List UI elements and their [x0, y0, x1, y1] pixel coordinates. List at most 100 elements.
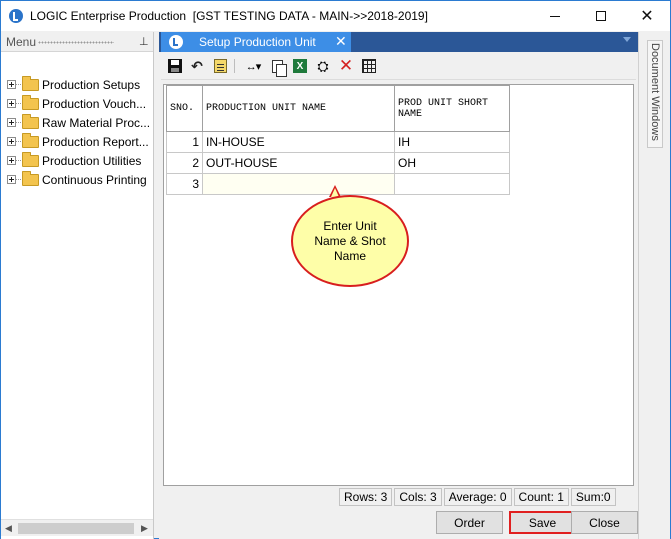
app-window: LOGIC Enterprise Production [GST TESTING…	[0, 0, 671, 539]
tab-close-icon[interactable]: ✕	[335, 33, 347, 50]
menu-header: Menu ⊥	[1, 32, 153, 52]
tree-connector	[16, 179, 21, 180]
document-windows-panel: Document Windows	[638, 32, 670, 539]
cell-short-name[interactable]	[394, 173, 510, 195]
document-tabstrip: Setup Production Unit ✕	[159, 32, 638, 52]
toolbar-separator	[234, 59, 235, 73]
tab-list-dropdown-icon[interactable]	[623, 37, 631, 42]
tree-connector	[16, 160, 21, 161]
tree-connector	[16, 122, 21, 123]
folder-icon	[22, 171, 39, 186]
close-button[interactable]: Close	[571, 511, 638, 534]
status-rows: Rows: 3	[339, 488, 393, 506]
menu-item-production-setups[interactable]: Production Setups	[1, 76, 153, 95]
folder-icon	[22, 95, 39, 110]
maximize-icon	[596, 11, 606, 21]
column-header-short-name[interactable]: PROD UNIT SHORT NAME	[394, 85, 510, 132]
document-windows-tab[interactable]: Document Windows	[647, 40, 663, 148]
menu-header-label: Menu	[6, 35, 37, 49]
copy-toolbar-button[interactable]	[268, 57, 287, 77]
menu-drag-grip[interactable]	[38, 41, 114, 44]
grid-toolbar: ↶ ↔▾ X ⛭ ✕	[161, 54, 636, 80]
maximize-button[interactable]	[578, 1, 624, 31]
copy-icon	[271, 59, 287, 77]
excel-icon: X	[293, 59, 307, 73]
menu-item-raw-material[interactable]: Raw Material Proc...	[1, 114, 153, 133]
cell-unit-name[interactable]: IN-HOUSE	[202, 131, 395, 153]
grid-toolbar-button[interactable]	[360, 57, 378, 75]
menu-item-continuous-printing[interactable]: Continuous Printing	[1, 171, 153, 190]
status-count: Count: 1	[513, 488, 569, 506]
column-header-unit-name[interactable]: PRODUCTION UNIT NAME	[202, 85, 395, 132]
undo-toolbar-button[interactable]: ↶	[188, 57, 206, 75]
save-icon	[168, 59, 182, 73]
undo-icon: ↶	[191, 57, 203, 74]
app-logo-icon	[9, 9, 23, 23]
document-windows-label: Document Windows	[649, 43, 661, 141]
delete-icon: ✕	[338, 56, 354, 75]
cell-sno: 1	[166, 131, 203, 153]
pin-icon[interactable]: ⊥	[139, 35, 149, 48]
document-area: Setup Production Unit ✕ ↶ ↔▾ X ⛭ ✕ SNO.	[159, 32, 638, 539]
expand-icon[interactable]	[7, 156, 16, 165]
expand-icon[interactable]	[7, 137, 16, 146]
close-window-button[interactable]: ✕	[624, 1, 670, 31]
menu-item-label: Production Report...	[42, 135, 149, 149]
notes-icon	[213, 59, 227, 73]
status-bar: Rows: 3 Cols: 3 Average: 0 Count: 1 Sum:…	[339, 488, 618, 506]
cell-short-name[interactable]: IH	[394, 131, 510, 153]
expand-icon[interactable]	[7, 118, 16, 127]
folder-icon	[22, 133, 39, 148]
grid-icon	[362, 59, 376, 73]
minimize-button[interactable]	[532, 1, 578, 31]
notes-toolbar-button[interactable]	[211, 57, 229, 75]
expand-icon[interactable]	[7, 99, 16, 108]
active-cell-unit-name[interactable]	[202, 173, 395, 195]
menu-horizontal-scrollbar[interactable]: ◀ ▶	[1, 519, 153, 536]
table-row: 2 OUT-HOUSE OH	[166, 152, 510, 174]
menu-item-label: Production Vouch...	[42, 97, 147, 111]
app-logo-icon	[169, 35, 183, 49]
save-toolbar-button[interactable]	[166, 57, 184, 75]
expand-icon[interactable]	[7, 175, 16, 184]
tab-setup-production-unit[interactable]: Setup Production Unit ✕	[161, 32, 351, 52]
find-toolbar-button[interactable]: ⛭	[314, 57, 332, 75]
menu-item-production-reports[interactable]: Production Report...	[1, 133, 153, 152]
table-row: 1 IN-HOUSE IH	[166, 131, 510, 153]
scrollbar-thumb[interactable]	[18, 523, 134, 534]
excel-export-toolbar-button[interactable]: X	[291, 57, 309, 75]
status-cols: Cols: 3	[394, 488, 442, 506]
minimize-icon	[550, 15, 560, 17]
menu-item-production-vouchers[interactable]: Production Vouch...	[1, 95, 153, 114]
status-average: Average: 0	[443, 488, 512, 506]
cell-unit-name[interactable]: OUT-HOUSE	[202, 152, 395, 174]
menu-item-label: Production Setups	[42, 78, 141, 92]
column-width-toolbar-button[interactable]: ↔▾	[241, 57, 265, 75]
column-header-sno[interactable]: SNO.	[166, 85, 203, 132]
cell-sno: 3	[166, 173, 203, 195]
status-sum: Sum:0	[570, 488, 616, 506]
tab-label: Setup Production Unit	[199, 35, 316, 49]
instruction-callout: Enter Unit Name & Shot Name	[291, 195, 409, 287]
menu-item-production-utilities[interactable]: Production Utilities	[1, 152, 153, 171]
menu-item-label: Production Utilities	[42, 154, 142, 168]
menu-item-label: Continuous Printing	[42, 173, 147, 187]
menu-item-label: Raw Material Proc...	[42, 116, 151, 130]
folder-icon	[22, 114, 39, 129]
cell-short-name[interactable]: OH	[394, 152, 510, 174]
save-button[interactable]: Save	[509, 511, 576, 534]
folder-icon	[22, 76, 39, 91]
close-icon: ✕	[640, 8, 654, 25]
callout-text: Enter Unit Name & Shot Name	[314, 218, 386, 263]
cell-sno: 2	[166, 152, 203, 174]
delete-toolbar-button[interactable]: ✕	[337, 56, 355, 75]
title-bar: LOGIC Enterprise Production [GST TESTING…	[1, 1, 670, 31]
table-header-row: SNO. PRODUCTION UNIT NAME PROD UNIT SHOR…	[166, 85, 510, 132]
scroll-right-icon[interactable]: ▶	[141, 523, 148, 534]
expand-icon[interactable]	[7, 80, 16, 89]
scroll-left-icon[interactable]: ◀	[5, 523, 12, 534]
order-button[interactable]: Order	[436, 511, 503, 534]
find-icon: ⛭	[317, 57, 329, 74]
data-table: SNO. PRODUCTION UNIT NAME PROD UNIT SHOR…	[166, 85, 510, 195]
menu-tree: Production Setups Production Vouch... Ra…	[1, 76, 153, 190]
